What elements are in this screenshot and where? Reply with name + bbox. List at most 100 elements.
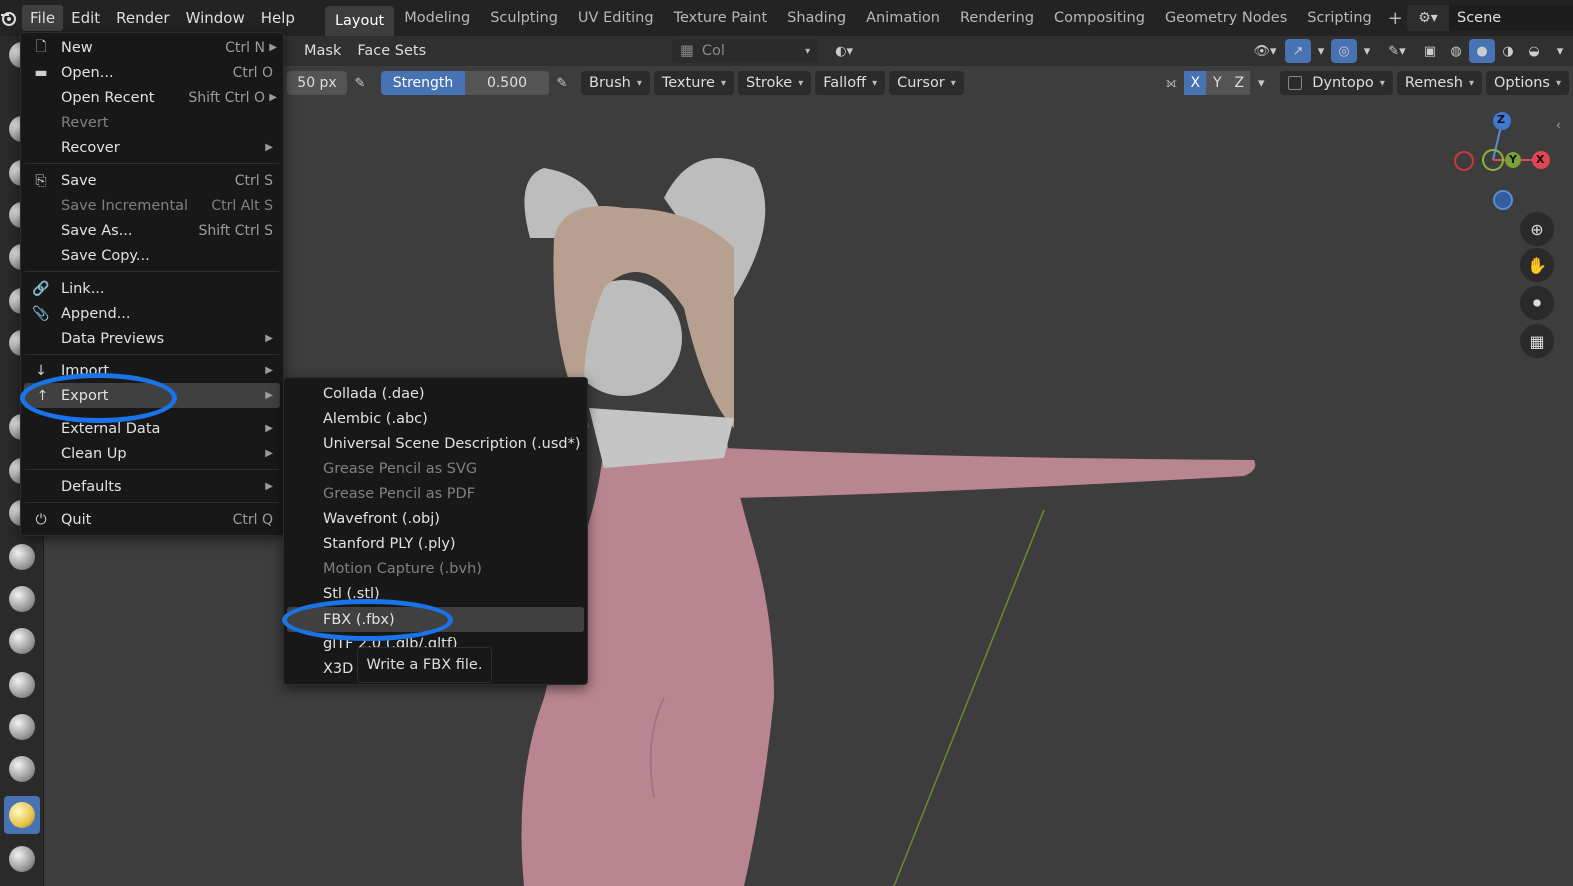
pan-hand-icon[interactable]: ✋: [1520, 248, 1554, 282]
scene-icon[interactable]: ⚙▾: [1407, 5, 1449, 31]
texture-dropdown[interactable]: Texture ▾: [653, 71, 734, 95]
scene-name[interactable]: Scene: [1449, 5, 1573, 31]
tab-layout[interactable]: Layout: [324, 6, 395, 36]
mirror-z-toggle[interactable]: Z: [1228, 71, 1251, 95]
radius-field[interactable]: 50 px: [287, 71, 347, 95]
menu-item-link[interactable]: 🔗 Link...: [21, 276, 283, 301]
tab-texture-paint[interactable]: Texture Paint: [664, 4, 778, 32]
menu-item-save-as[interactable]: Save As... Shift Ctrl S: [21, 218, 283, 243]
menu-separator: [25, 163, 279, 164]
tab-rendering[interactable]: Rendering: [950, 4, 1044, 32]
brush-dropdown[interactable]: Brush ▾: [581, 71, 650, 95]
mirror-x-toggle[interactable]: X: [1184, 71, 1207, 95]
shading-dropdown-icon[interactable]: ◐▾: [824, 39, 864, 63]
tool-smooth[interactable]: [4, 538, 40, 576]
tab-uv-editing[interactable]: UV Editing: [568, 4, 664, 32]
tab-shading[interactable]: Shading: [777, 4, 856, 32]
pressure-strength-icon[interactable]: ✎: [549, 71, 575, 95]
tool-grab[interactable]: [4, 796, 40, 834]
chevron-down-icon[interactable]: ▾: [1357, 39, 1377, 63]
options-dropdown[interactable]: Options ▾: [1486, 71, 1569, 95]
material-shading-icon[interactable]: ◑: [1495, 39, 1521, 63]
remesh-dropdown[interactable]: Remesh ▾: [1396, 71, 1483, 95]
tab-scripting[interactable]: Scripting: [1297, 4, 1381, 32]
tool-elastic-deform[interactable]: [4, 840, 40, 878]
export-wavefront-obj[interactable]: Wavefront (.obj): [284, 506, 587, 531]
menu-item-quit[interactable]: ⏻ Quit Ctrl Q: [21, 507, 283, 532]
strength-label: Strength: [381, 71, 465, 95]
camera-icon[interactable]: ⏺: [1520, 286, 1554, 320]
add-workspace-icon[interactable]: +: [1382, 8, 1409, 29]
blender-window: File Edit Render Window Help Layout Mode…: [0, 0, 1573, 886]
scene-selector[interactable]: ⚙▾ Scene: [1407, 5, 1573, 31]
edit-overlay-icon[interactable]: ✎▾: [1377, 39, 1417, 63]
submenu-arrow-icon: ▶: [269, 92, 277, 103]
menu-item-append[interactable]: 📎 Append...: [21, 301, 283, 326]
mask-menu[interactable]: Mask: [296, 39, 349, 63]
export-grease-pencil-svg[interactable]: Grease Pencil as SVG: [284, 456, 587, 481]
blender-logo-icon[interactable]: [0, 9, 18, 27]
export-alembic[interactable]: Alembic (.abc): [284, 406, 587, 431]
wireframe-shading-icon[interactable]: ◍: [1443, 39, 1469, 63]
tab-sculpting[interactable]: Sculpting: [480, 4, 568, 32]
menu-item-defaults[interactable]: Defaults ▶: [21, 474, 283, 499]
tool-fill[interactable]: [4, 622, 40, 660]
tool-scrape[interactable]: [4, 666, 40, 704]
gizmo-toggle-icon[interactable]: ↗: [1285, 39, 1311, 63]
chevron-down-icon[interactable]: ▾: [1311, 39, 1331, 63]
menu-render[interactable]: Render: [108, 5, 177, 31]
tab-animation[interactable]: Animation: [856, 4, 950, 32]
tool-flatten[interactable]: [4, 580, 40, 618]
menu-item-open-recent[interactable]: Open Recent Shift Ctrl O ▶: [21, 85, 283, 110]
menu-window[interactable]: Window: [178, 5, 253, 31]
mirror-y-toggle[interactable]: Y: [1206, 71, 1229, 95]
navigation-gizmo[interactable]: Z Y X: [1448, 108, 1558, 218]
symmetry-icon[interactable]: ⟗: [1158, 71, 1184, 95]
menu-item-data-previews[interactable]: Data Previews ▶: [21, 326, 283, 351]
sidebar-toggle-icon[interactable]: ‹: [1556, 118, 1561, 132]
chevron-down-icon: ▾: [950, 77, 956, 89]
menu-item-revert[interactable]: Revert: [21, 110, 283, 135]
menu-item-clean-up[interactable]: Clean Up ▶: [21, 441, 283, 466]
cursor-dropdown[interactable]: Cursor ▾: [889, 71, 964, 95]
zoom-icon[interactable]: ⊕: [1520, 212, 1554, 246]
export-grease-pencil-pdf[interactable]: Grease Pencil as PDF: [284, 481, 587, 506]
color-attribute-dropdown[interactable]: ▦ Col ▾: [672, 39, 819, 63]
face-sets-menu[interactable]: Face Sets: [349, 39, 434, 63]
export-motion-capture[interactable]: Motion Capture (.bvh): [284, 556, 587, 581]
chevron-down-icon[interactable]: ▾: [1547, 39, 1573, 63]
menu-item-new[interactable]: 🗋 New Ctrl N ▶: [21, 35, 283, 60]
pressure-radius-icon[interactable]: ✎: [347, 71, 373, 95]
tool-pinch[interactable]: [4, 750, 40, 788]
tool-multiplane-scrape[interactable]: [4, 708, 40, 746]
menu-item-save-incremental[interactable]: Save Incremental Ctrl Alt S: [21, 193, 283, 218]
dyntopo-dropdown[interactable]: Dyntopo ▾: [1280, 71, 1393, 95]
export-collada[interactable]: Collada (.dae): [284, 381, 587, 406]
tab-geometry-nodes[interactable]: Geometry Nodes: [1155, 4, 1297, 32]
menu-help[interactable]: Help: [253, 5, 303, 31]
tab-compositing[interactable]: Compositing: [1044, 4, 1155, 32]
stroke-dropdown[interactable]: Stroke ▾: [738, 71, 812, 95]
menu-item-save[interactable]: ⎘ Save Ctrl S: [21, 168, 283, 193]
xray-icon[interactable]: ▣: [1417, 39, 1443, 63]
menu-edit[interactable]: Edit: [63, 5, 108, 31]
rendered-shading-icon[interactable]: ◒: [1521, 39, 1547, 63]
visibility-icon[interactable]: 👁▾: [1245, 39, 1285, 63]
solid-shading-icon[interactable]: ●: [1469, 39, 1495, 63]
menu-item-save-copy[interactable]: Save Copy...: [21, 243, 283, 268]
chevron-down-icon[interactable]: ▾: [1250, 71, 1272, 95]
export-usd[interactable]: Universal Scene Description (.usd*): [284, 431, 587, 456]
strength-slider[interactable]: Strength 0.500: [381, 71, 549, 95]
perspective-grid-icon[interactable]: ▦: [1520, 324, 1554, 358]
falloff-dropdown[interactable]: Falloff ▾: [815, 71, 886, 95]
export-stanford-ply[interactable]: Stanford PLY (.ply): [284, 531, 587, 556]
menu-file[interactable]: File: [22, 5, 64, 31]
strength-value[interactable]: 0.500: [465, 71, 549, 95]
annotation-circle-export: [20, 373, 177, 423]
tab-modeling[interactable]: Modeling: [394, 4, 480, 32]
checkbox-icon[interactable]: [1288, 76, 1303, 90]
menu-item-recover[interactable]: Recover ▶: [21, 135, 283, 160]
gizmo-y-label: Y: [1509, 153, 1517, 166]
overlay-toggle-icon[interactable]: ◎: [1331, 39, 1357, 63]
menu-item-open[interactable]: ▬ Open... Ctrl O: [21, 60, 283, 85]
